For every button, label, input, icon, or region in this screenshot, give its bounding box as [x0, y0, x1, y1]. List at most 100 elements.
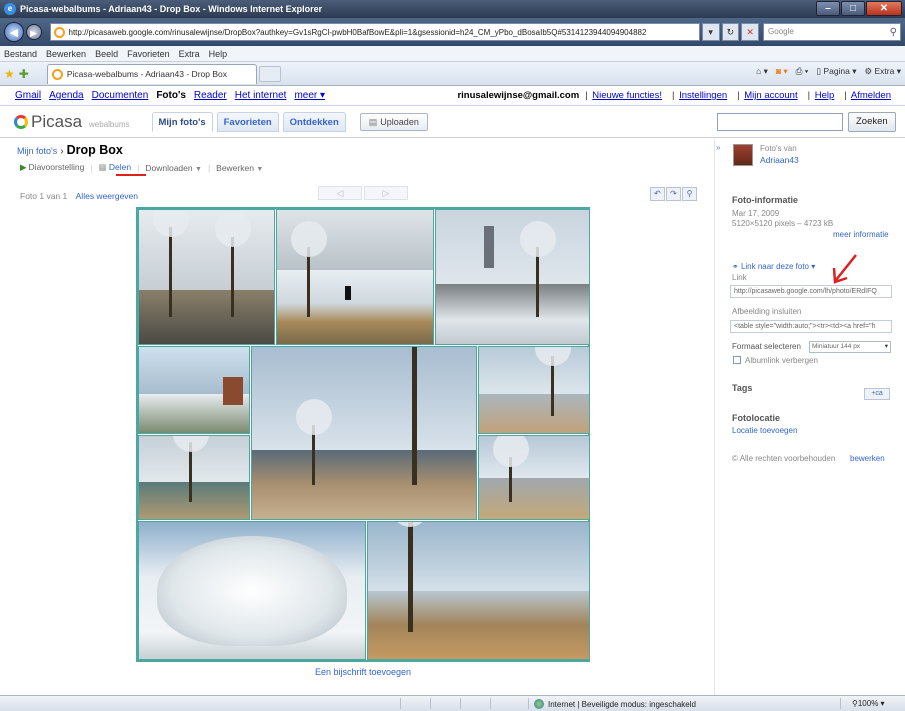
hide-album-link-checkbox[interactable]	[733, 356, 741, 364]
window-title: Picasa-webalbums - Adriaan43 - Drop Box …	[20, 4, 323, 14]
status-bar: Internet | Beveiligde modus: ingeschakel…	[0, 695, 905, 711]
gbar-link-settings[interactable]: Instellingen	[679, 90, 727, 101]
menu-item[interactable]: Bewerken	[46, 49, 86, 59]
collapse-sidebar-icon[interactable]: »	[716, 143, 720, 152]
link-to-photo-toggle[interactable]: ⚭ Link naar deze foto ▾	[732, 262, 815, 271]
upload-button[interactable]: ▤ Uploaden	[359, 112, 428, 131]
menu-item[interactable]: Bestand	[4, 49, 37, 59]
search-button[interactable]: Zoeken	[848, 112, 896, 132]
new-tab-button[interactable]	[258, 65, 281, 82]
add-location-link[interactable]: Locatie toevoegen	[732, 426, 797, 435]
collage-photo	[478, 435, 590, 520]
user-email: rinusalewijnse@gmail.com	[457, 90, 580, 101]
breadcrumb: Mijn foto's › Drop Box	[17, 143, 123, 157]
photo-dimensions: 5120×5120 pixels – 4723 kB	[732, 219, 834, 228]
gbar-link-help[interactable]: Help	[815, 90, 835, 101]
location-heading: Fotolocatie	[732, 413, 781, 423]
menu-item[interactable]: Extra	[179, 49, 200, 59]
gbar-link-account[interactable]: Mijn account	[744, 90, 797, 101]
photo-collage[interactable]	[136, 207, 590, 662]
back-button[interactable]: ◀	[4, 22, 24, 42]
show-all-link[interactable]: Alles weergeven	[76, 191, 138, 201]
red-underline-annotation	[116, 174, 146, 176]
photo-search-input[interactable]	[717, 113, 843, 131]
copyright-icon: ©	[732, 454, 740, 463]
rotate-left-icon[interactable]: ↶	[650, 187, 665, 201]
security-zone[interactable]: Internet | Beveiligde modus: ingeschakel…	[534, 699, 696, 709]
breadcrumb-my-photos[interactable]: Mijn foto's	[17, 146, 57, 156]
menu-item[interactable]: Beeld	[95, 49, 118, 59]
share-link[interactable]: ▦ Delen	[99, 162, 132, 173]
menu-item[interactable]: Help	[209, 49, 228, 59]
format-select[interactable]: Miniatuur 144 px ▾	[809, 341, 891, 353]
home-icon[interactable]: ⌂ ▾	[756, 66, 768, 77]
picasa-favicon-icon	[51, 68, 63, 80]
zoom-icon[interactable]: ⚲	[682, 187, 697, 201]
tags-heading: Tags	[732, 383, 753, 393]
forward-button[interactable]: ▶	[25, 24, 42, 40]
photo-link-field[interactable]: http://picasaweb.google.com/lh/photo/ERd…	[730, 285, 892, 298]
gbar-link-new-features[interactable]: Nieuwe functies!	[592, 90, 662, 101]
feeds-icon[interactable]: ◙ ▾	[776, 66, 788, 77]
add-favorites-icon[interactable]: ✚	[19, 67, 29, 81]
menu-item[interactable]: Favorieten	[127, 49, 170, 59]
browser-tab[interactable]: Picasa-webalbums - Adriaan43 - Drop Box	[46, 63, 257, 84]
collage-photo	[251, 346, 477, 520]
edit-rights-link[interactable]: bewerken	[850, 454, 885, 463]
picasa-favicon-icon	[53, 27, 65, 38]
collage-photo	[138, 346, 250, 434]
maximize-button[interactable]: □	[841, 1, 865, 16]
embed-label: Afbeelding insluiten	[732, 307, 802, 316]
hide-album-link-label: Albumlink verbergen	[745, 356, 818, 365]
add-tag-button[interactable]: +ca	[864, 388, 890, 400]
share-icon: ▦	[98, 162, 109, 172]
gbar-link-gmail[interactable]: Gmail	[15, 90, 41, 101]
window-titlebar: e Picasa-webalbums - Adriaan43 - Drop Bo…	[0, 0, 905, 18]
rotate-right-icon[interactable]: ↷	[666, 187, 681, 201]
gbar-link-reader[interactable]: Reader	[194, 90, 227, 101]
refresh-icon[interactable]: ↻	[721, 23, 740, 41]
edit-menu[interactable]: Bewerken ▼	[216, 163, 263, 173]
tab-my-photos[interactable]: Mijn foto's	[151, 111, 213, 132]
dropdown-icon[interactable]: ▾	[701, 23, 720, 41]
tab-favorites[interactable]: Favorieten	[216, 111, 279, 132]
picasa-logo[interactable]: Picasa webalbums	[14, 112, 130, 132]
gbar-link-signout[interactable]: Afmelden	[851, 90, 891, 101]
minimize-button[interactable]: –	[816, 1, 840, 16]
address-toolbar: ◀ ▶ http://picasaweb.google.com/rinusale…	[0, 18, 905, 46]
collage-photo	[478, 346, 590, 434]
chevron-down-icon: ▾	[884, 343, 888, 350]
google-bar: Gmail Agenda Documenten Foto's Reader He…	[0, 86, 905, 106]
gbar-link-web[interactable]: Het internet	[235, 90, 287, 101]
tools-menu[interactable]: ⚙ Extra ▾	[865, 66, 901, 77]
search-icon[interactable]: ⚲	[890, 25, 897, 41]
copyright-text: © Alle rechten voorbehouden	[732, 454, 836, 463]
gbar-account: rinusalewijnse@gmail.com | Nieuwe functie…	[457, 90, 891, 101]
favorites-star-icon[interactable]: ★	[4, 67, 15, 81]
avatar[interactable]	[733, 144, 753, 166]
chevron-down-icon: ▼	[195, 165, 202, 173]
photo-info-heading: Foto-informatie	[732, 195, 798, 205]
download-menu[interactable]: Downloaden ▼	[145, 163, 202, 173]
slideshow-link[interactable]: ▶ Diavoorstelling	[20, 162, 84, 173]
previous-photo-button[interactable]: ◁	[318, 186, 362, 200]
tab-explore[interactable]: Ontdekken	[282, 111, 346, 132]
page-menu[interactable]: ▯ Pagina ▾	[816, 66, 856, 77]
add-caption-link[interactable]: Een bijschrift toevoegen	[136, 667, 590, 677]
collage-photo	[367, 521, 590, 660]
album-actions: ▶ Diavoorstelling | ▦ Delen | Downloaden …	[20, 162, 264, 173]
next-photo-button[interactable]: ▷	[364, 186, 408, 200]
gbar-link-agenda[interactable]: Agenda	[49, 90, 83, 101]
browser-search-input[interactable]: Google ⚲	[763, 23, 901, 41]
embed-code-field[interactable]: <table style="width:auto;"><tr><td><a hr…	[730, 320, 892, 333]
close-button[interactable]: ✕	[866, 1, 902, 16]
globe-icon	[534, 699, 544, 709]
stop-icon[interactable]: ✕	[741, 23, 759, 41]
gbar-link-documenten[interactable]: Documenten	[92, 90, 149, 101]
address-bar[interactable]: http://picasaweb.google.com/rinusalewijn…	[49, 23, 700, 41]
print-icon[interactable]: ⎙ ▾	[796, 66, 809, 77]
zoom-level[interactable]: ⚲100% ▾	[852, 699, 885, 708]
gbar-link-more[interactable]: meer ▾	[294, 90, 325, 101]
more-info-link[interactable]: meer informatie	[833, 230, 889, 239]
owner-name-link[interactable]: Adriaan43	[760, 155, 799, 165]
